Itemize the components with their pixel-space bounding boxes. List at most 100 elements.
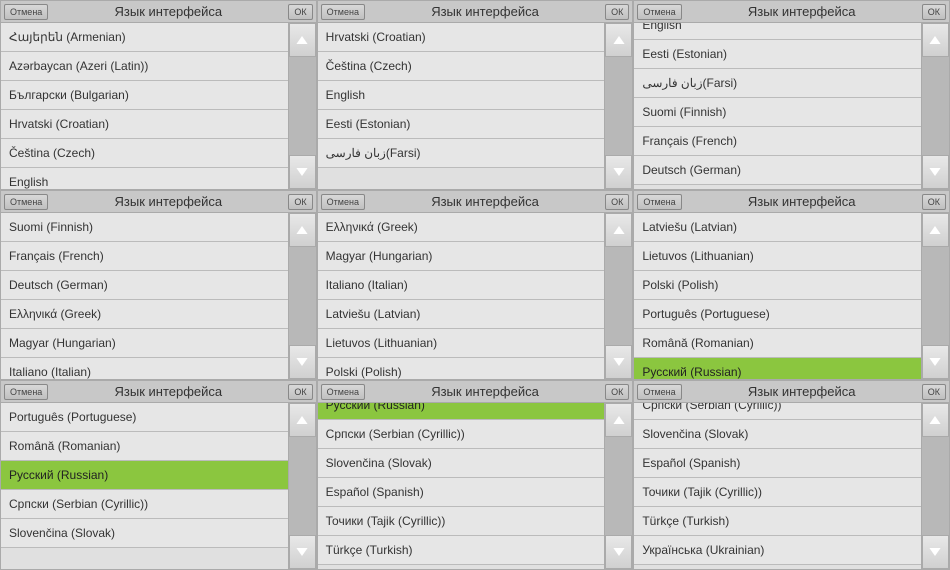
cancel-button[interactable]: Отмена bbox=[321, 4, 365, 20]
list-item[interactable]: Slovenčina (Slovak) bbox=[318, 449, 605, 478]
ok-button[interactable]: ОК bbox=[922, 384, 946, 400]
list-item[interactable]: Magyar (Hungarian) bbox=[1, 329, 288, 358]
list-item[interactable]: Српски (Serbian (Cyrillic)) bbox=[634, 403, 921, 420]
ok-button[interactable]: ОК bbox=[288, 194, 312, 210]
scroll-down-icon[interactable] bbox=[605, 535, 632, 569]
scroll-up-icon[interactable] bbox=[289, 403, 316, 437]
scroll-track[interactable] bbox=[289, 247, 316, 345]
list-item[interactable]: English bbox=[634, 23, 921, 40]
scroll-up-icon[interactable] bbox=[922, 213, 949, 247]
scroll-track[interactable] bbox=[922, 57, 949, 155]
scroll-down-icon[interactable] bbox=[922, 535, 949, 569]
list-item[interactable]: Русский (Russian) bbox=[634, 358, 921, 379]
list-item[interactable]: Русский (Russian) bbox=[1, 461, 288, 490]
ok-button[interactable]: ОК bbox=[605, 4, 629, 20]
scroll-up-icon[interactable] bbox=[289, 23, 316, 57]
scroll-track[interactable] bbox=[605, 437, 632, 535]
list-item[interactable]: Português (Portuguese) bbox=[1, 403, 288, 432]
list-item[interactable]: Suomi (Finnish) bbox=[1, 213, 288, 242]
list-item[interactable]: English bbox=[318, 81, 605, 110]
list-item[interactable]: Deutsch (German) bbox=[634, 156, 921, 185]
list-item[interactable]: Точики (Tajik (Cyrillic)) bbox=[318, 507, 605, 536]
list-item[interactable]: Română (Romanian) bbox=[634, 329, 921, 358]
list-item[interactable]: Magyar (Hungarian) bbox=[318, 242, 605, 271]
list-item[interactable]: Հայերեն (Armenian) bbox=[1, 23, 288, 52]
list-item[interactable]: Ελληνικά (Greek) bbox=[318, 213, 605, 242]
ok-button[interactable]: ОК bbox=[288, 4, 312, 20]
scroll-track[interactable] bbox=[922, 437, 949, 535]
dialog-title: Язык интерфейса bbox=[365, 194, 605, 209]
ok-button[interactable]: ОК bbox=[605, 194, 629, 210]
list-item[interactable]: Deutsch (German) bbox=[1, 271, 288, 300]
scroll-track[interactable] bbox=[605, 57, 632, 155]
scroll-up-icon[interactable] bbox=[922, 403, 949, 437]
list-item[interactable]: Italiano (Italian) bbox=[318, 271, 605, 300]
scroll-down-icon[interactable] bbox=[922, 345, 949, 379]
scroll-track[interactable] bbox=[605, 247, 632, 345]
list-item[interactable]: Română (Romanian) bbox=[1, 432, 288, 461]
list-item[interactable]: Čeština (Czech) bbox=[318, 52, 605, 81]
scroll-down-icon[interactable] bbox=[922, 155, 949, 189]
cancel-button[interactable]: Отмена bbox=[637, 194, 681, 210]
ok-button[interactable]: ОК bbox=[605, 384, 629, 400]
scroll-down-icon[interactable] bbox=[605, 155, 632, 189]
list-item[interactable]: Eesti (Estonian) bbox=[318, 110, 605, 139]
dialog-title: Язык интерфейса bbox=[682, 4, 922, 19]
list-item[interactable]: Hrvatski (Croatian) bbox=[318, 23, 605, 52]
cancel-button[interactable]: Отмена bbox=[637, 4, 681, 20]
scroll-up-icon[interactable] bbox=[289, 213, 316, 247]
list-item[interactable]: Suomi (Finnish) bbox=[634, 98, 921, 127]
list-item[interactable]: زبان فارسی(Farsi) bbox=[318, 139, 605, 168]
list-item[interactable]: Türkçe (Turkish) bbox=[634, 507, 921, 536]
cancel-button[interactable]: Отмена bbox=[4, 384, 48, 400]
ok-button[interactable]: ОК bbox=[922, 4, 946, 20]
list-item[interactable]: Português (Portuguese) bbox=[634, 300, 921, 329]
list-item[interactable]: Eesti (Estonian) bbox=[634, 40, 921, 69]
scroll-up-icon[interactable] bbox=[605, 213, 632, 247]
list-item[interactable]: Українська (Ukrainian) bbox=[634, 536, 921, 565]
list-item[interactable]: Ελληνικά (Greek) bbox=[1, 300, 288, 329]
scroll-down-icon[interactable] bbox=[605, 345, 632, 379]
list-item[interactable]: Español (Spanish) bbox=[318, 478, 605, 507]
list-item[interactable]: Polski (Polish) bbox=[634, 271, 921, 300]
scroll-up-icon[interactable] bbox=[922, 23, 949, 57]
scroll-down-icon[interactable] bbox=[289, 535, 316, 569]
list-item[interactable]: Français (French) bbox=[634, 127, 921, 156]
dialog-title: Язык интерфейса bbox=[365, 384, 605, 399]
list-item[interactable]: Български (Bulgarian) bbox=[1, 81, 288, 110]
scroll-down-icon[interactable] bbox=[289, 155, 316, 189]
list-item[interactable]: Точики (Tajik (Cyrillic)) bbox=[634, 478, 921, 507]
list-item[interactable]: Azərbaycan (Azeri (Latin)) bbox=[1, 52, 288, 81]
ok-button[interactable]: ОК bbox=[922, 194, 946, 210]
cancel-button[interactable]: Отмена bbox=[637, 384, 681, 400]
list-item[interactable]: Hrvatski (Croatian) bbox=[1, 110, 288, 139]
list-item[interactable]: English bbox=[1, 168, 288, 189]
scroll-track[interactable] bbox=[922, 247, 949, 345]
list-item[interactable]: Slovenčina (Slovak) bbox=[634, 420, 921, 449]
scroll-track[interactable] bbox=[289, 437, 316, 535]
cancel-button[interactable]: Отмена bbox=[4, 4, 48, 20]
list-item[interactable]: Latviešu (Latvian) bbox=[634, 213, 921, 242]
list-item[interactable]: Polski (Polish) bbox=[318, 358, 605, 379]
list-item[interactable]: Italiano (Italian) bbox=[1, 358, 288, 379]
list-item[interactable]: Latviešu (Latvian) bbox=[318, 300, 605, 329]
ok-button[interactable]: ОК bbox=[288, 384, 312, 400]
list-item[interactable]: Lietuvos (Lithuanian) bbox=[634, 242, 921, 271]
list-item[interactable]: Čeština (Czech) bbox=[1, 139, 288, 168]
scroll-down-icon[interactable] bbox=[289, 345, 316, 379]
cancel-button[interactable]: Отмена bbox=[321, 194, 365, 210]
list-item[interactable]: Español (Spanish) bbox=[634, 449, 921, 478]
list-item[interactable]: Српски (Serbian (Cyrillic)) bbox=[318, 420, 605, 449]
list-item[interactable]: Lietuvos (Lithuanian) bbox=[318, 329, 605, 358]
list-item[interactable]: Српски (Serbian (Cyrillic)) bbox=[1, 490, 288, 519]
scroll-up-icon[interactable] bbox=[605, 23, 632, 57]
list-item[interactable]: زبان فارسی(Farsi) bbox=[634, 69, 921, 98]
list-item[interactable]: Slovenčina (Slovak) bbox=[1, 519, 288, 548]
list-item[interactable]: Français (French) bbox=[1, 242, 288, 271]
scroll-track[interactable] bbox=[289, 57, 316, 155]
cancel-button[interactable]: Отмена bbox=[321, 384, 365, 400]
cancel-button[interactable]: Отмена bbox=[4, 194, 48, 210]
scroll-up-icon[interactable] bbox=[605, 403, 632, 437]
list-item[interactable]: Русский (Russian) bbox=[318, 403, 605, 420]
list-item[interactable]: Türkçe (Turkish) bbox=[318, 536, 605, 565]
